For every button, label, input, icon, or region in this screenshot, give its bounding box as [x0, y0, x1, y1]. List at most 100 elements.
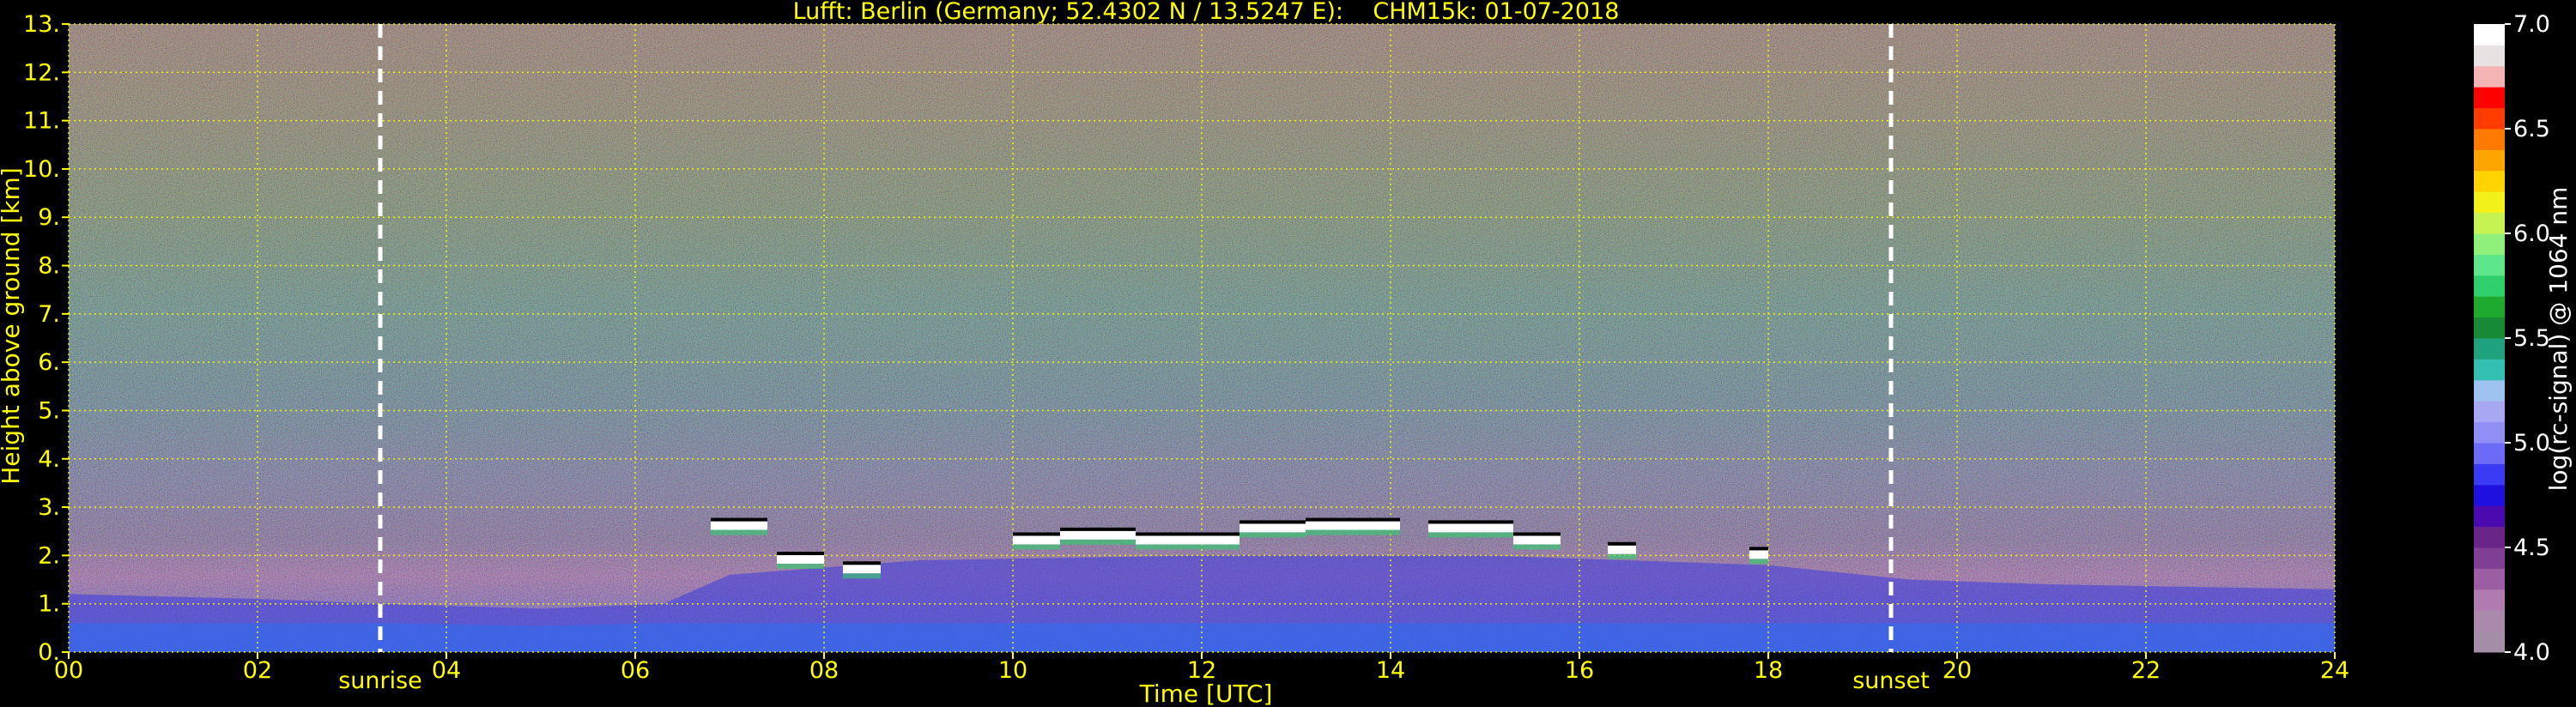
- cloud-layer-base: [1513, 544, 1561, 550]
- cloud-layer-edge: [1513, 532, 1561, 536]
- y-tick-label: 12.: [23, 59, 60, 86]
- y-tick-label: 8.: [38, 253, 60, 280]
- cloud-layer-base: [1240, 532, 1306, 538]
- colorbar-segment: [2474, 463, 2505, 486]
- cloud-layer: [777, 555, 824, 565]
- cloud-layer-base: [1428, 532, 1513, 538]
- x-tick-label: 16: [1565, 657, 1594, 684]
- colorbar-segment: [2474, 401, 2505, 423]
- colorbar-segment: [2474, 421, 2505, 444]
- cloud-layer: [1428, 523, 1513, 533]
- colorbar-tick-label: 7.0: [2513, 11, 2550, 38]
- y-axis: 0. 1. 2. 3. 4. 5. 6. 7. 8. 9. 10. 11. 12. 13.: [23, 11, 69, 666]
- cloud-layer: [1749, 550, 1768, 559]
- colorbar-segment: [2474, 87, 2505, 109]
- x-tick-label: 14: [1376, 657, 1405, 684]
- cloud-layer-edge: [843, 561, 881, 565]
- colorbar-segment: [2474, 589, 2505, 611]
- colorbar-segment: [2474, 379, 2505, 402]
- cloud-layer-edge: [1749, 547, 1768, 551]
- colorbar-tick-label: 6.5: [2513, 116, 2550, 142]
- colorbar-segment: [2474, 338, 2505, 360]
- cloud-layer-base: [1608, 553, 1636, 559]
- cloud-layer: [1513, 535, 1561, 545]
- y-tick-label: 5.: [38, 397, 60, 424]
- colorbar-segment: [2474, 275, 2505, 297]
- x-tick-label: 08: [809, 657, 839, 684]
- colorbar-segment: [2474, 484, 2505, 506]
- y-tick-label: 13.: [23, 11, 60, 38]
- sunset-label: sunset: [1852, 668, 1930, 694]
- y-axis-label: Height above ground [km]: [0, 167, 25, 485]
- colorbar: 4.04.55.05.56.06.57.0: [2474, 11, 2550, 666]
- cloud-layer-edge: [1428, 520, 1513, 524]
- colorbar-tick-label: 4.0: [2513, 639, 2550, 666]
- cloud-layer: [1240, 523, 1306, 533]
- cloud-layer-base: [1013, 544, 1060, 550]
- ceilometer-figure: Lufft: Berlin (Germany; 52.4302 N / 13.5…: [0, 0, 2576, 707]
- colorbar-segment: [2474, 610, 2505, 632]
- cloud-layer: [843, 565, 881, 574]
- sunrise-label: sunrise: [338, 668, 422, 694]
- colorbar-segment: [2474, 631, 2505, 653]
- cloud-layer: [1060, 530, 1136, 540]
- y-tick-label: 9.: [38, 204, 60, 231]
- x-tick-label: 18: [1754, 657, 1783, 684]
- colorbar-segment: [2474, 45, 2505, 67]
- colorbar-segment: [2474, 24, 2505, 45]
- cloud-layer-base: [1306, 529, 1400, 535]
- y-tick-label: 3.: [38, 494, 60, 521]
- colorbar-segment: [2474, 505, 2505, 528]
- cloud-layer-base: [1749, 559, 1768, 565]
- y-tick-label: 4.: [38, 446, 60, 473]
- colorbar-segment: [2474, 547, 2505, 569]
- colorbar-segment: [2474, 233, 2505, 255]
- cloud-layer: [1608, 545, 1636, 554]
- cloud-layer-edge: [711, 517, 767, 522]
- cloud-layer-edge: [1060, 527, 1136, 531]
- cloud-layer-base: [1136, 544, 1240, 550]
- colorbar-segment: [2474, 212, 2505, 234]
- y-tick-label: 10.: [23, 156, 60, 183]
- colorbar-segment: [2474, 107, 2505, 130]
- cloud-layer: [711, 521, 767, 530]
- colorbar-segment: [2474, 129, 2505, 150]
- cloud-layer-base: [777, 564, 824, 570]
- x-tick-label: 06: [621, 657, 650, 684]
- x-tick-label: 10: [998, 657, 1027, 684]
- cloud-layer: [1306, 521, 1400, 530]
- figure-svg: Lufft: Berlin (Germany; 52.4302 N / 13.5…: [0, 0, 2573, 707]
- y-tick-label: 0.: [38, 639, 60, 666]
- colorbar-segment: [2474, 317, 2505, 339]
- cloud-layer-base: [711, 529, 767, 535]
- y-tick-label: 11.: [23, 108, 60, 135]
- cloud-layer-base: [843, 573, 881, 579]
- colorbar-label: log(rc-signal) @ 1064 nm: [2544, 187, 2573, 492]
- x-tick-label: 20: [1943, 657, 1972, 684]
- x-axis-label: Time [UTC]: [1139, 680, 1273, 707]
- colorbar-segment: [2474, 65, 2505, 88]
- colorbar-segment: [2474, 443, 2505, 464]
- y-tick-label: 6.: [38, 349, 60, 376]
- x-tick-label: 24: [2320, 657, 2349, 684]
- colorbar-segment: [2474, 568, 2505, 590]
- cloud-layer-edge: [1608, 541, 1636, 546]
- colorbar-segment: [2474, 359, 2505, 381]
- cloud-layer: [1013, 535, 1060, 545]
- colorbar-segment: [2474, 170, 2505, 192]
- colorbar-segment: [2474, 191, 2505, 214]
- cloud-layer-edge: [1013, 532, 1060, 536]
- colorbar-segment: [2474, 149, 2505, 172]
- cloud-layer-edge: [1136, 532, 1240, 536]
- colorbar-segment: [2474, 254, 2505, 276]
- chart-title: Lufft: Berlin (Germany; 52.4302 N / 13.5…: [793, 0, 1620, 25]
- colorbar-segment: [2474, 296, 2505, 318]
- cloud-layer: [1136, 535, 1240, 545]
- colorbar-segment: [2474, 526, 2505, 548]
- cloud-layer-edge: [1240, 520, 1306, 524]
- y-tick-label: 7.: [38, 301, 60, 328]
- colorbar-tick-label: 4.5: [2513, 535, 2550, 561]
- x-tick-label: 02: [243, 657, 272, 684]
- cloud-layer-edge: [777, 552, 824, 556]
- y-tick-label: 2.: [38, 542, 60, 569]
